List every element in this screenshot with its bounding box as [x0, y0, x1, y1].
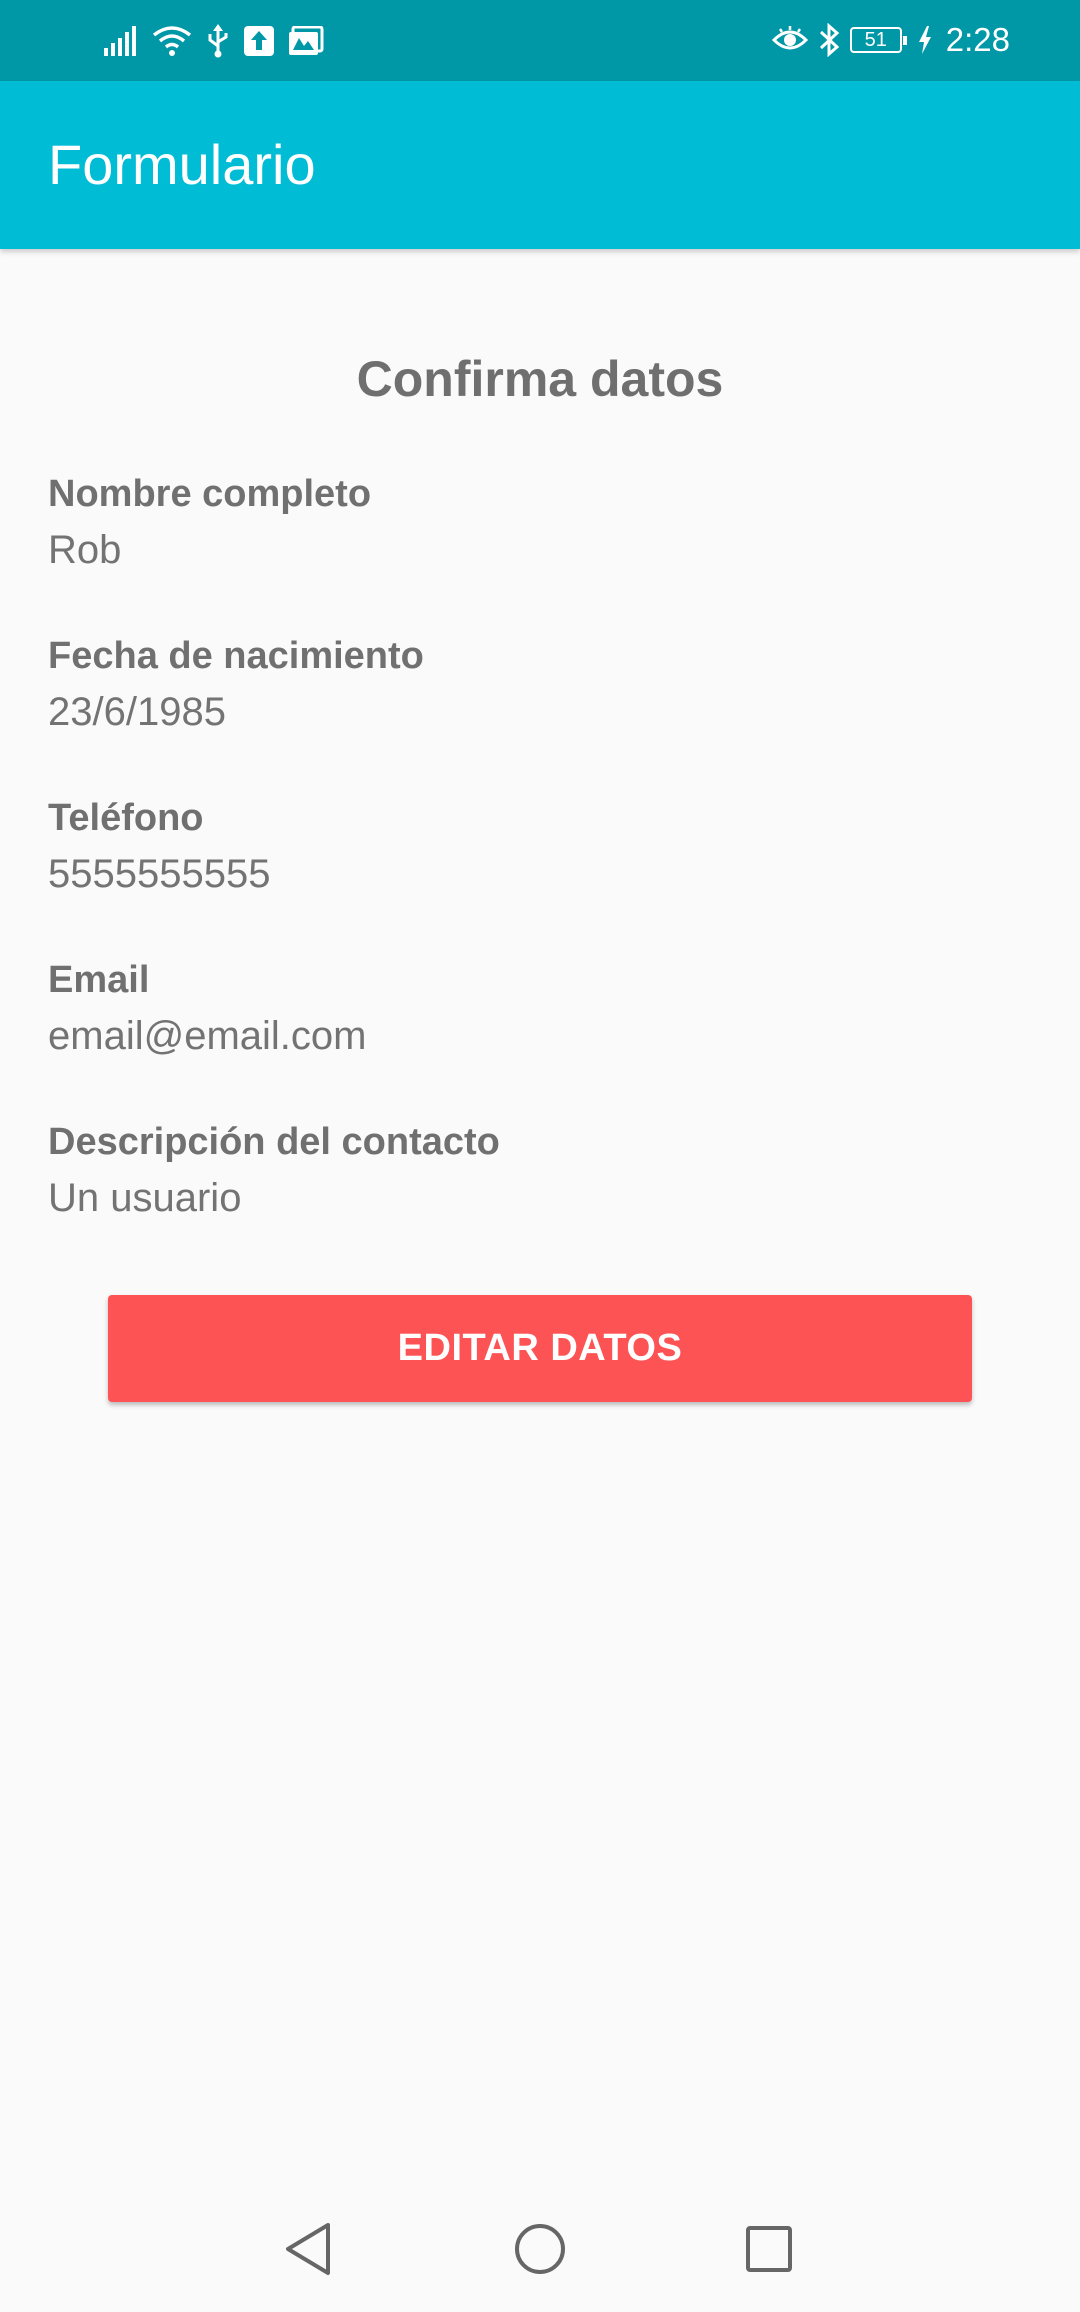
status-icons-right: 51 2:28 — [771, 14, 1010, 66]
field-label: Email — [48, 959, 150, 1001]
edit-data-button[interactable]: EDITAR DATOS — [108, 1295, 972, 1402]
status-time: 2:28 — [945, 21, 1010, 58]
page-title: Confirma datos — [356, 351, 724, 407]
field-value: 5555555555 — [48, 852, 271, 896]
recents-icon — [745, 2225, 793, 2276]
signal-icon — [104, 26, 138, 56]
field-phone: Teléfono 5555555555 — [48, 795, 1008, 899]
eye-icon — [771, 26, 808, 54]
field-value: Un usuario — [48, 1176, 242, 1220]
app-title: Formulario — [48, 133, 316, 196]
app-bar: Formulario — [0, 81, 1080, 249]
field-value: email@email.com — [48, 1014, 367, 1058]
navigation-bar — [0, 2188, 1080, 2312]
charging-icon — [918, 26, 932, 54]
field-label: Fecha de nacimiento — [48, 635, 424, 677]
usb-icon — [206, 24, 230, 58]
home-icon — [513, 2222, 567, 2279]
field-label: Nombre completo — [48, 473, 372, 515]
wifi-icon — [152, 25, 192, 57]
battery-icon: 51 — [849, 27, 907, 53]
field-full-name: Nombre completo Rob — [48, 471, 1008, 575]
back-button[interactable] — [246, 2188, 370, 2312]
bluetooth-icon — [818, 23, 840, 57]
field-label: Descripción del contacto — [48, 1121, 500, 1163]
upload-icon — [244, 26, 274, 56]
field-value: 23/6/1985 — [48, 690, 226, 734]
status-icons-left — [104, 20, 324, 62]
battery-level: 51 — [849, 27, 907, 53]
gallery-icon — [288, 26, 324, 56]
field-label: Teléfono — [48, 797, 204, 839]
back-icon — [284, 2222, 332, 2279]
field-description: Descripción del contacto Un usuario — [48, 1119, 1008, 1223]
field-birth-date: Fecha de nacimiento 23/6/1985 — [48, 633, 1008, 737]
field-value: Rob — [48, 528, 122, 572]
home-button[interactable] — [478, 2188, 602, 2312]
field-email: Email email@email.com — [48, 957, 1008, 1061]
recents-button[interactable] — [707, 2188, 831, 2312]
status-bar: 51 2:28 — [0, 0, 1080, 81]
